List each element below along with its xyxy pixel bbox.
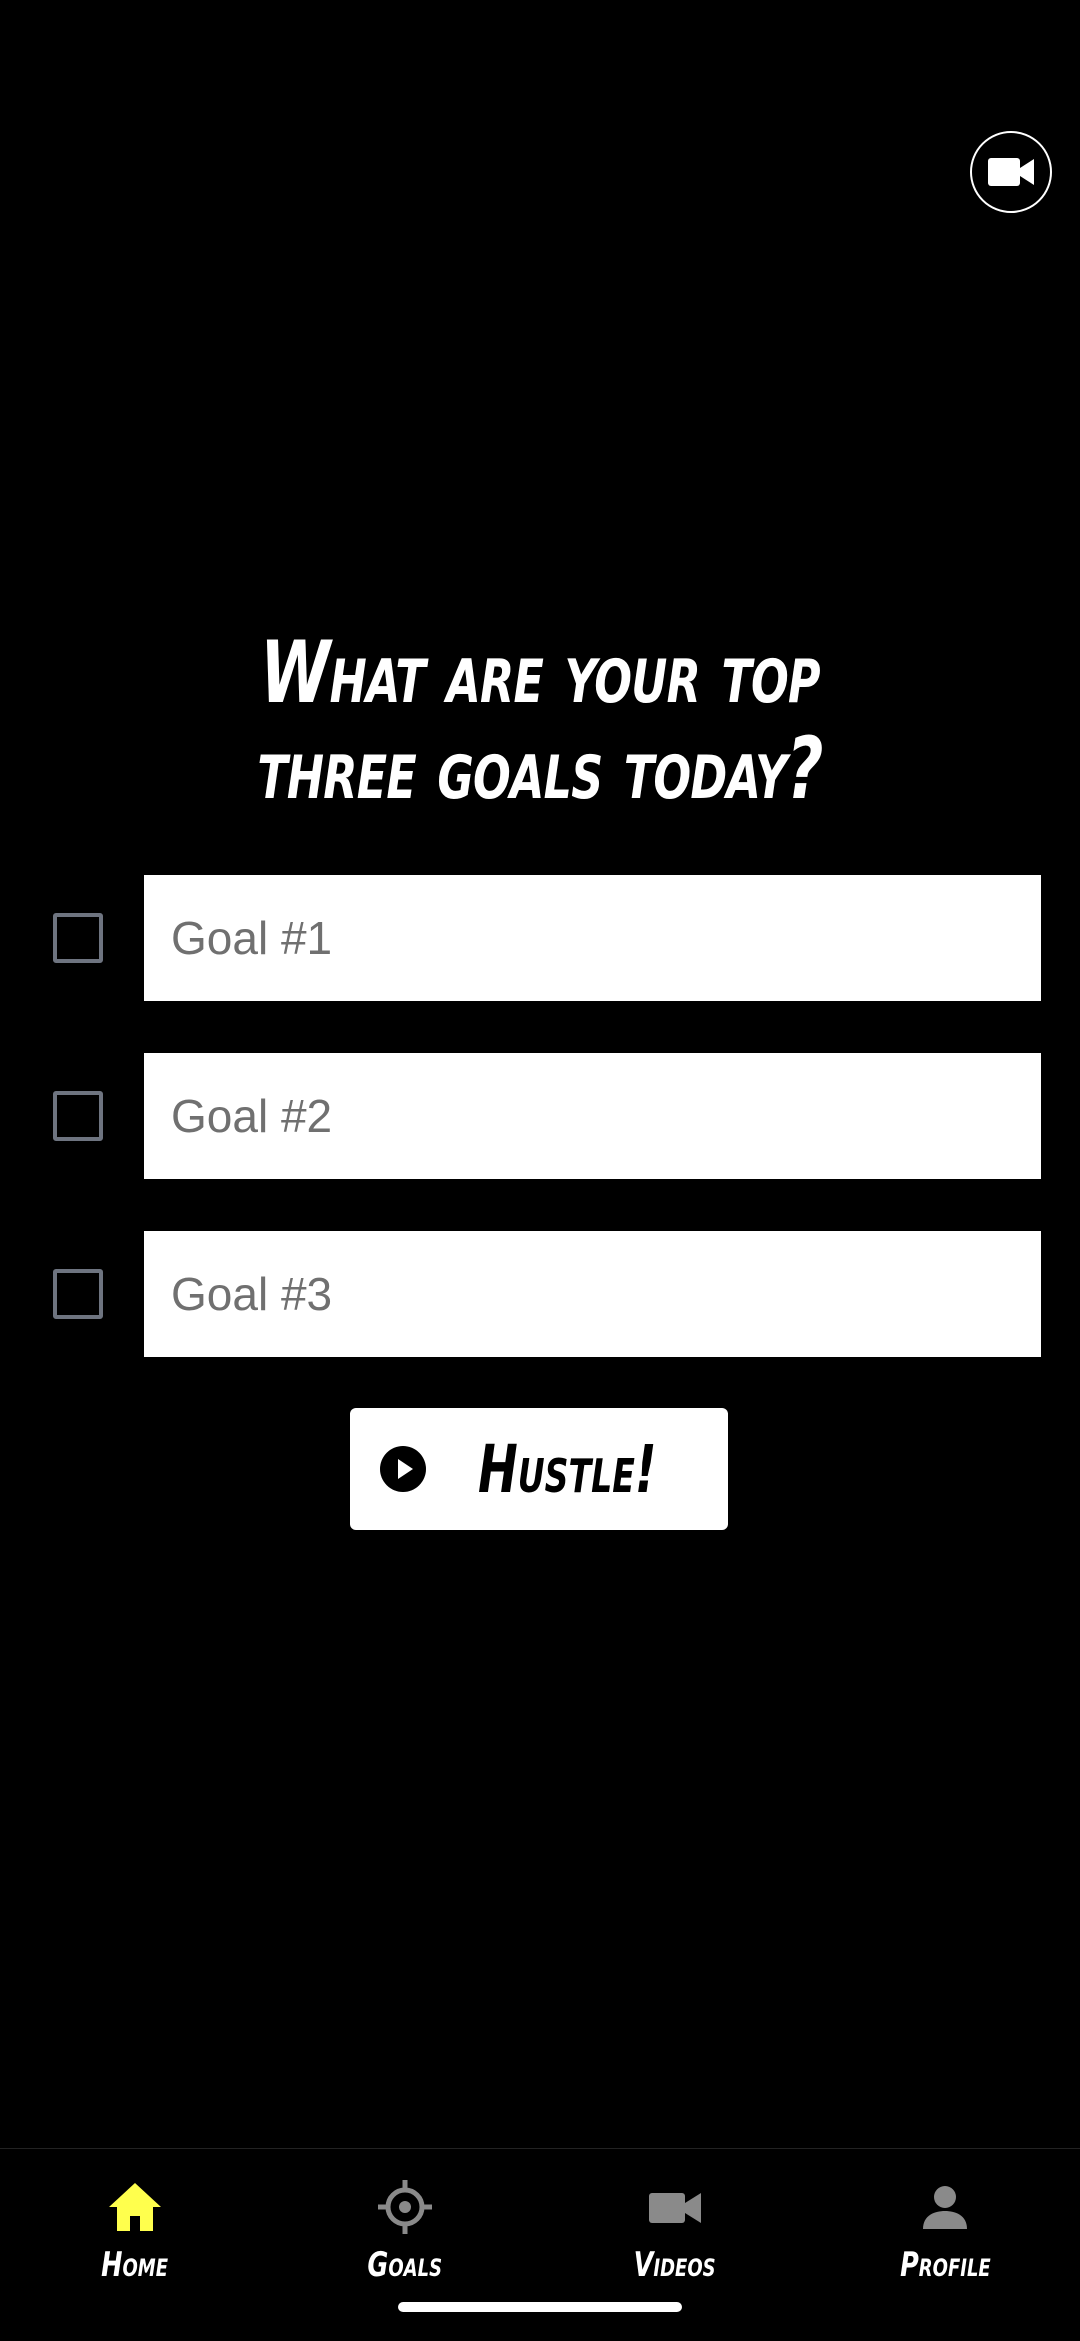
goal-row-3 <box>0 1231 1080 1357</box>
goal-3-checkbox[interactable] <box>53 1269 103 1319</box>
goal-3-input[interactable] <box>144 1231 1041 1357</box>
goal-2-checkbox[interactable] <box>53 1091 103 1141</box>
nav-item-home[interactable]: Home <box>0 2167 270 2317</box>
goal-row-1 <box>0 875 1080 1001</box>
goals-prompt-heading: What are your top three goals today? <box>140 625 939 817</box>
goal-2-input[interactable] <box>144 1053 1041 1179</box>
video-camera-icon <box>649 2193 701 2223</box>
hustle-button-label: Hustle! <box>478 1430 657 1508</box>
prompt-line-2: three goals today? <box>257 719 823 819</box>
goal-1-input[interactable] <box>144 875 1041 1001</box>
prompt-line-1: What are your top <box>260 623 820 723</box>
person-icon <box>923 2186 967 2229</box>
nav-item-profile[interactable]: Profile <box>810 2167 1080 2317</box>
crosshair-icon <box>378 2180 432 2234</box>
goal-row-2 <box>0 1053 1080 1179</box>
home-indicator[interactable] <box>398 2302 682 2312</box>
nav-item-goals[interactable]: Goals <box>270 2167 540 2317</box>
nav-label-videos: Videos <box>634 2245 716 2285</box>
video-record-button[interactable] <box>970 131 1052 213</box>
goal-1-checkbox[interactable] <box>53 913 103 963</box>
nav-item-videos[interactable]: Videos <box>540 2167 810 2317</box>
home-icon <box>109 2183 161 2231</box>
play-circle-icon <box>380 1446 426 1492</box>
hustle-button[interactable]: Hustle! <box>350 1408 728 1530</box>
nav-label-goals: Goals <box>367 2245 443 2285</box>
video-camera-icon <box>988 158 1034 186</box>
nav-label-profile: Profile <box>899 2245 991 2285</box>
bottom-navigation: Home Goals Videos Profile <box>0 2148 1080 2341</box>
nav-label-home: Home <box>101 2245 169 2285</box>
